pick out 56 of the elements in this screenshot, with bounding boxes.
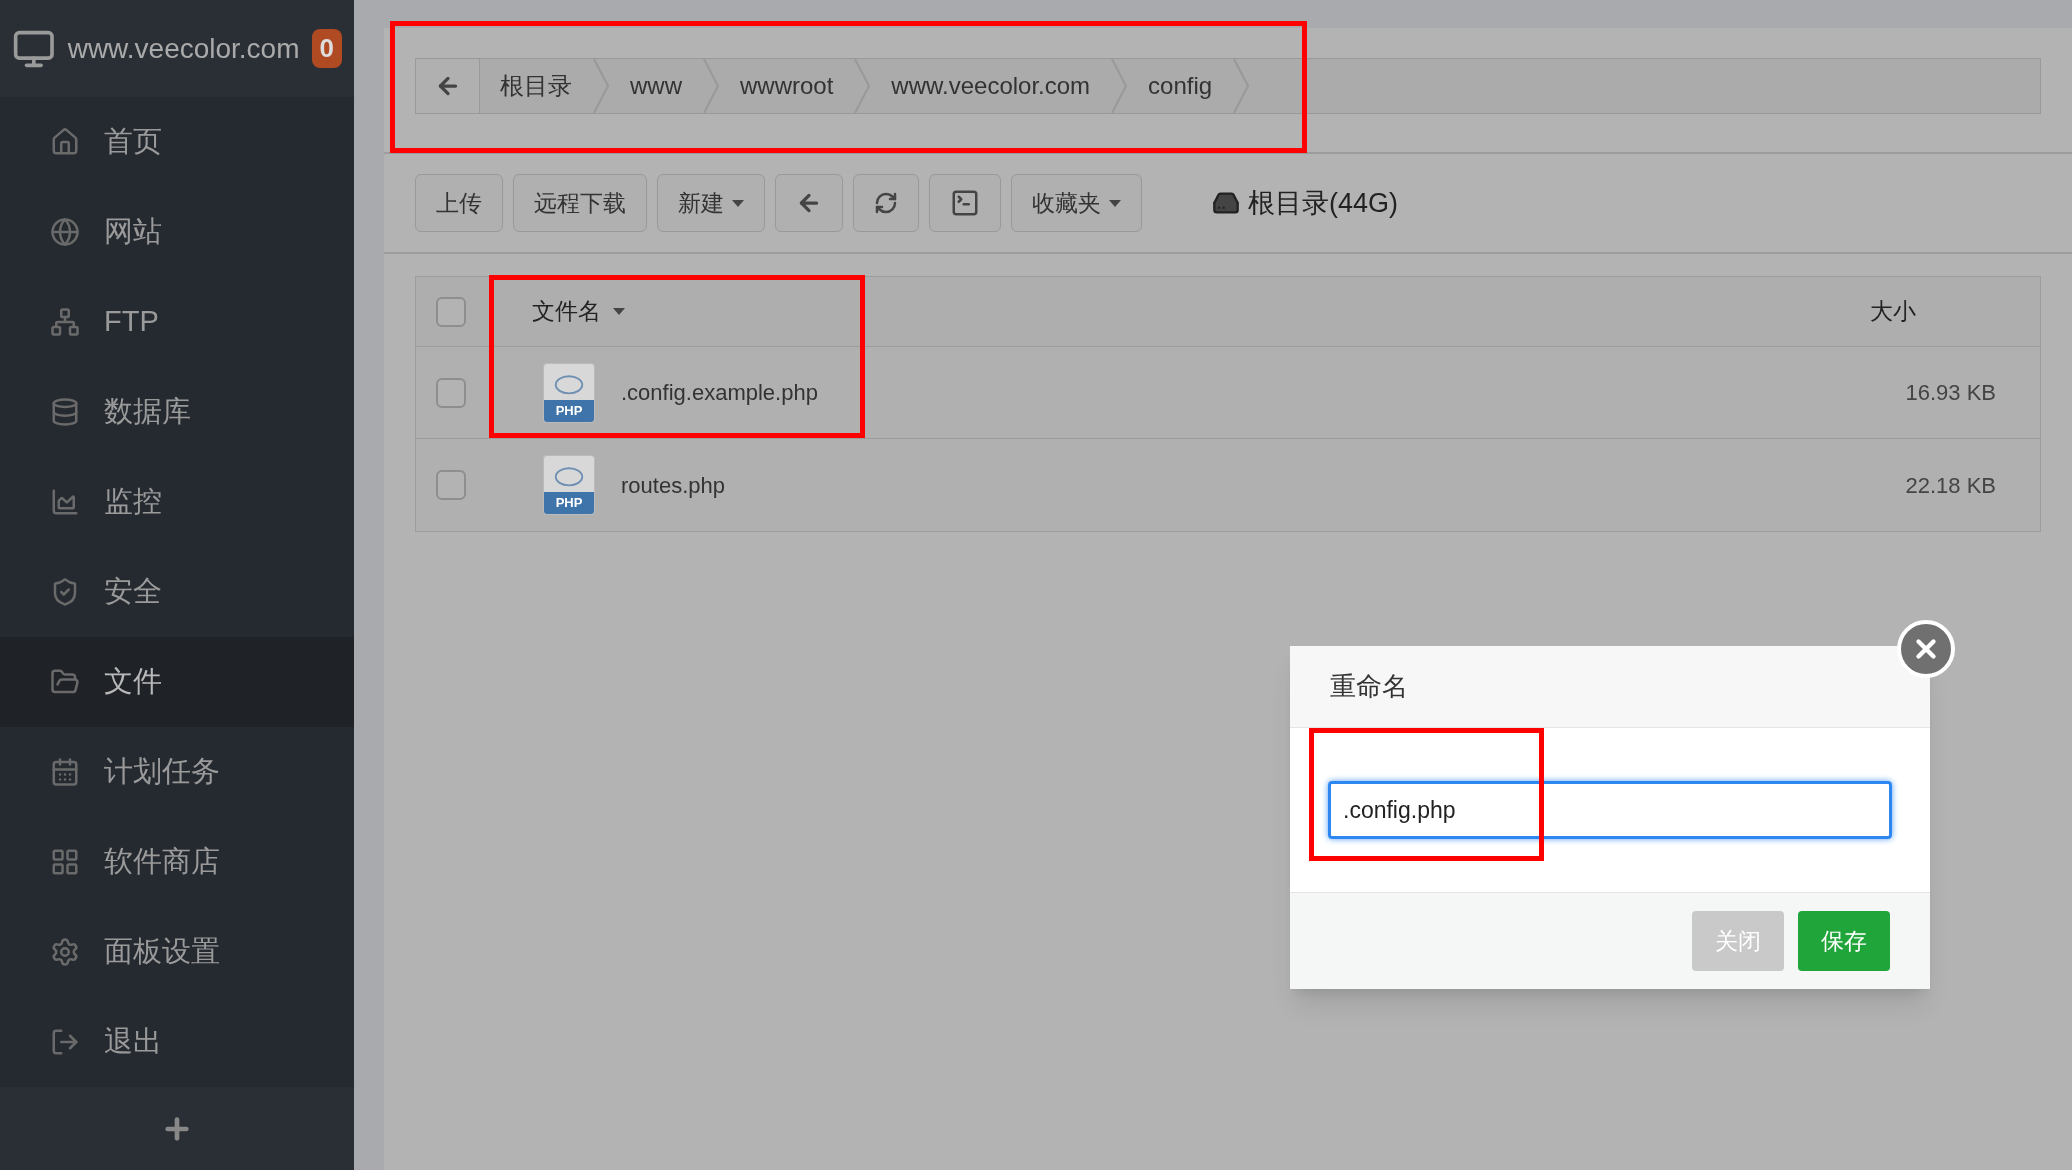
- php-file-icon: PHP: [543, 455, 595, 515]
- dropdown-button[interactable]: 新建: [657, 174, 765, 232]
- home-icon: [50, 127, 80, 157]
- column-header[interactable]: 大小: [1870, 294, 2040, 329]
- breadcrumb-link[interactable]: wwwroot: [720, 59, 854, 113]
- php-file-icon: PHP: [543, 362, 595, 423]
- checkbox[interactable]: [436, 470, 466, 500]
- breadcrumb-link[interactable]: www: [610, 59, 702, 113]
- sidebar-item[interactable]: 首页: [0, 97, 354, 187]
- chart-icon: [50, 487, 80, 517]
- breadcrumb-link[interactable]: www.veecolor.com: [871, 59, 1111, 113]
- file-name[interactable]: routes.php: [621, 468, 725, 502]
- grid-icon: [50, 847, 80, 877]
- sidebar-item[interactable]: 文件: [0, 637, 354, 727]
- refresh-button[interactable]: [853, 174, 919, 232]
- back-button[interactable]: [775, 174, 843, 232]
- breadcrumb-link[interactable]: config: [1128, 59, 1233, 113]
- caret-icon: [613, 308, 625, 315]
- file-name[interactable]: .config.example.php: [621, 376, 818, 409]
- terminal-icon: [950, 188, 980, 218]
- toolbar-button[interactable]: 上传: [415, 174, 503, 232]
- terminal-button[interactable]: [929, 174, 1001, 232]
- breadcrumb-link[interactable]: 根目录: [480, 59, 592, 113]
- sidebar-item[interactable]: FTP: [0, 277, 354, 367]
- sidebar-item[interactable]: 监控: [0, 457, 354, 547]
- sidebar-item[interactable]: 面板设置: [0, 907, 354, 997]
- database-icon: [50, 397, 80, 427]
- network-icon: [50, 307, 80, 337]
- refresh-icon: [874, 191, 898, 215]
- sidebar-item[interactable]: 安全: [0, 547, 354, 637]
- sidebar-item[interactable]: 数据库: [0, 367, 354, 457]
- notification-badge: 0: [311, 29, 342, 68]
- globe-icon: [50, 217, 80, 247]
- logout-icon: [50, 1027, 80, 1057]
- sidebar-item[interactable]: 软件商店: [0, 817, 354, 907]
- calendar-icon: [50, 757, 80, 787]
- close-button[interactable]: [1897, 620, 1955, 678]
- checkbox[interactable]: [436, 377, 466, 408]
- site-name: www.veecolor.com: [67, 31, 300, 66]
- back-button[interactable]: [416, 59, 480, 113]
- filename-input[interactable]: .config.php: [1328, 781, 1892, 839]
- checkbox[interactable]: [436, 296, 466, 327]
- sidebar-item[interactable]: 退出: [0, 997, 354, 1087]
- caret-icon: [732, 199, 744, 207]
- file-size: 16.93 KB: [1904, 379, 1997, 407]
- sidebar-item[interactable]: 计划任务: [0, 727, 354, 817]
- file-size: 22.18 KB: [1904, 471, 1997, 500]
- save-button[interactable]: 保存: [1798, 911, 1890, 971]
- toolbar-button[interactable]: 远程下载: [513, 174, 647, 232]
- dropdown-button[interactable]: 收藏夹: [1011, 174, 1142, 232]
- column-header[interactable]: 文件名: [532, 294, 601, 329]
- settings-icon: [50, 937, 80, 967]
- caret-icon: [1109, 199, 1121, 207]
- disk-label: 根目录(44G): [1248, 186, 1399, 220]
- dialog-title: 重命名: [1330, 670, 1408, 703]
- sidebar-item[interactable]: 网站: [0, 187, 354, 277]
